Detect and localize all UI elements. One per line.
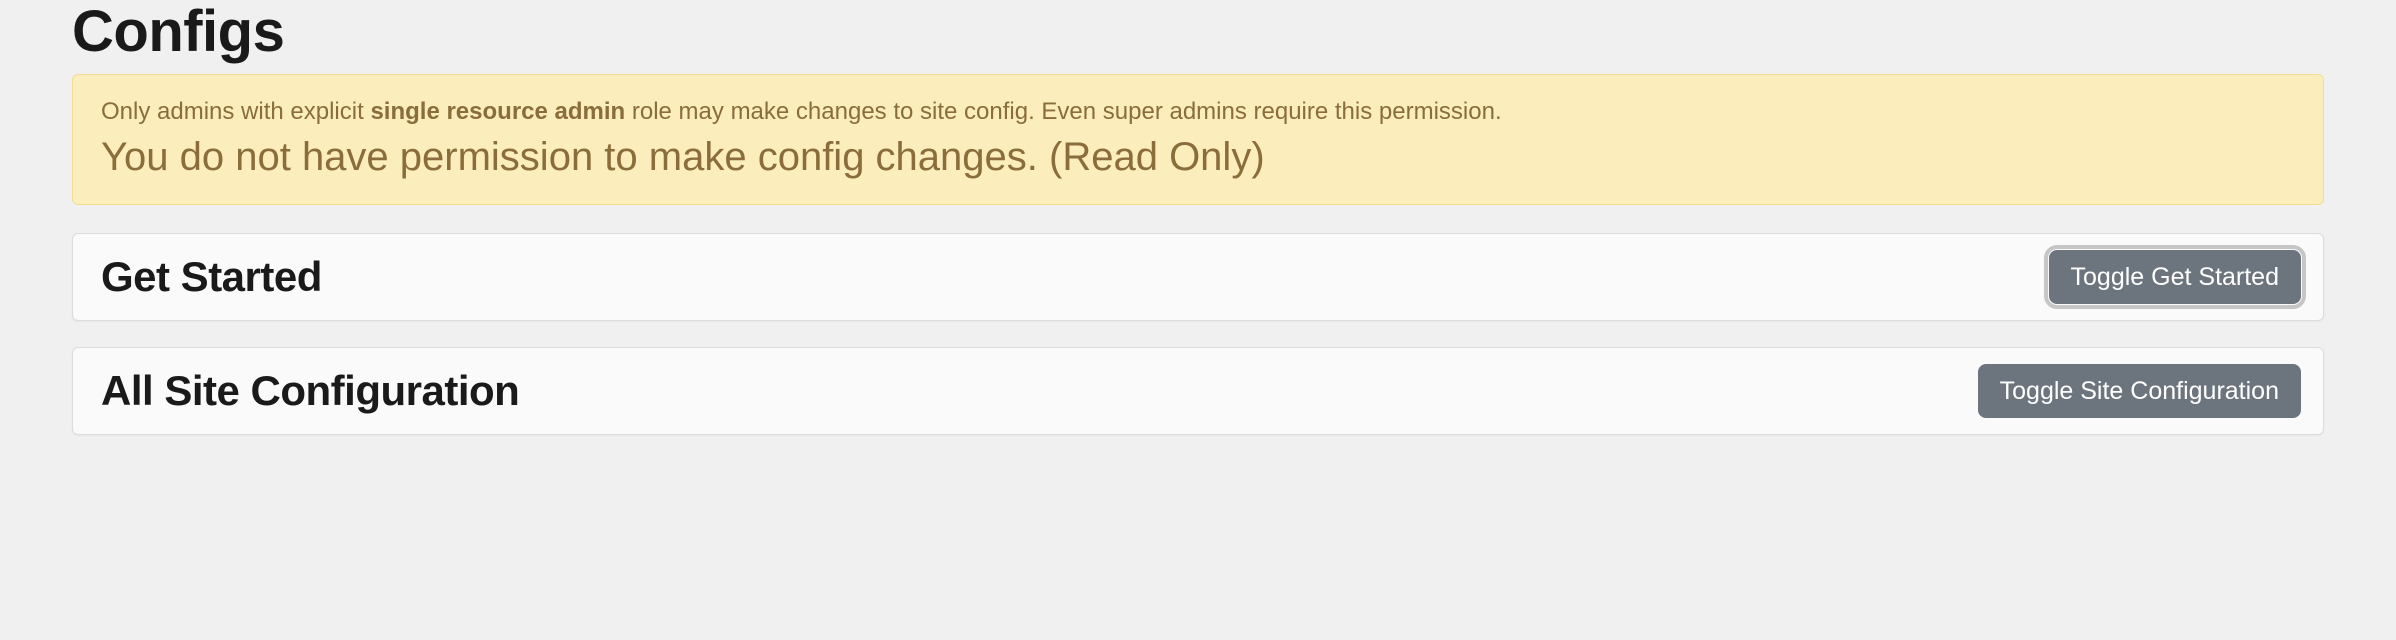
alert-role-name: single resource admin bbox=[370, 98, 625, 125]
panel-heading-get-started: Get Started bbox=[101, 253, 322, 301]
panel-heading-site-configuration: All Site Configuration bbox=[101, 367, 519, 415]
alert-description: Only admins with explicit single resourc… bbox=[101, 95, 2295, 129]
toggle-site-configuration-button[interactable]: Toggle Site Configuration bbox=[1978, 364, 2301, 418]
alert-main-message: You do not have permission to make confi… bbox=[101, 132, 2295, 182]
page-title: Configs bbox=[72, 0, 2324, 64]
permission-alert: Only admins with explicit single resourc… bbox=[72, 74, 2324, 206]
panel-site-configuration: All Site Configuration Toggle Site Confi… bbox=[72, 347, 2324, 435]
alert-prefix: Only admins with explicit bbox=[101, 98, 370, 125]
panel-get-started: Get Started Toggle Get Started bbox=[72, 233, 2324, 321]
toggle-get-started-button[interactable]: Toggle Get Started bbox=[2049, 250, 2301, 304]
alert-suffix: role may make changes to site config. Ev… bbox=[625, 98, 1501, 125]
